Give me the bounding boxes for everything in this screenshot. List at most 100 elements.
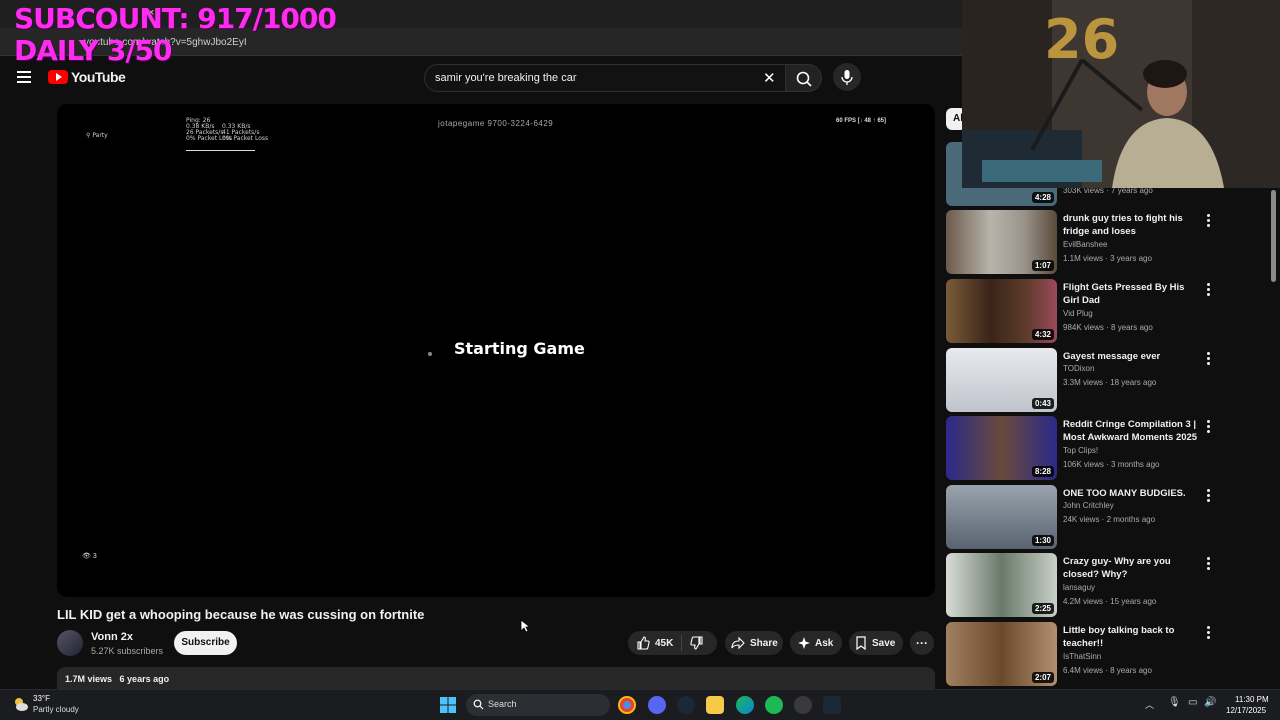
steam-icon[interactable] [677,696,695,714]
rec-channel[interactable]: Top Clips! [1063,446,1098,455]
video-thumbnail[interactable]: 0:43 [946,348,1057,412]
kebab-menu-icon[interactable] [1204,283,1212,297]
spotify-icon[interactable] [765,696,783,714]
weather-icon [15,698,28,711]
save-button[interactable]: Save [849,631,903,655]
search-input[interactable]: samir you're breaking the car ✕ [424,64,786,92]
rec-channel[interactable]: Vid Plug [1063,309,1093,318]
weather-temperature[interactable]: 33°F [33,694,50,703]
eye-icon: 👁 [82,553,91,560]
list-item[interactable]: 8:28 Reddit Cringe Compilation 3 | Most … [946,416,1266,480]
duration-badge: 0:43 [1031,398,1054,409]
chrome-icon[interactable] [618,696,636,714]
sidebar-scrollbar[interactable] [1270,188,1277,682]
video-thumbnail[interactable]: 1:30 [946,485,1057,549]
hud-divider [186,150,255,151]
display-tray-icon[interactable]: ▭ [1188,697,1197,708]
rec-title[interactable]: Little boy talking back to teacher!! [1063,624,1203,650]
video-player[interactable]: ⚲ Party Ping: 26 0.38 KB/s 26 Packets/s … [57,104,935,597]
rec-channel[interactable]: John Critchley [1063,501,1114,510]
youtube-header: YouTube samir you're breaking the car ✕ [0,58,962,98]
kebab-menu-icon[interactable] [1204,214,1212,228]
duration-badge: 2:25 [1031,603,1054,614]
more-actions-button[interactable]: ··· [910,631,934,655]
windows-taskbar: 33°F Partly cloudy Search ︿ 🎙 ▭ 🔊 11:30 … [0,689,1280,720]
list-item[interactable]: 2:07 Little boy talking back to teacher!… [946,622,1266,686]
video-thumbnail[interactable]: 1:07 [946,210,1057,274]
dislike-button[interactable] [682,631,717,655]
search-icon [473,699,484,710]
video-thumbnail[interactable]: 2:25 [946,553,1057,617]
rec-channel[interactable]: IsThatSinn [1063,652,1101,661]
taskbar-search[interactable]: Search [466,694,610,716]
voice-search-button[interactable] [833,63,861,91]
save-label: Save [872,637,896,649]
share-label: Share [750,637,778,649]
hud-loss-b: 0% Packet Loss [222,135,269,142]
rec-channel[interactable]: EvilBanshee [1063,240,1107,249]
kebab-menu-icon[interactable] [1204,489,1212,503]
steam-app-icon[interactable] [823,696,841,714]
rec-meta: 1.1M views · 3 years ago [1063,254,1152,263]
search-button[interactable] [785,64,822,92]
rec-title[interactable]: ONE TOO MANY BUDGIES. [1063,487,1203,500]
video-thumbnail[interactable]: 4:32 [946,279,1057,343]
subscribe-button[interactable]: Subscribe [174,631,237,655]
kebab-menu-icon[interactable] [1204,352,1212,366]
kebab-menu-icon[interactable] [1204,626,1212,640]
description-box[interactable]: 1.7M views 6 years ago [57,667,935,689]
obs-icon[interactable] [794,696,812,714]
rec-channel[interactable]: lansaguy [1063,583,1095,592]
share-icon [731,636,745,650]
rec-meta: 106K views · 3 months ago [1063,460,1160,469]
list-item[interactable]: 4:32 Flight Gets Pressed By His Girl Dad… [946,279,1266,343]
rec-channel[interactable]: TODixon [1063,364,1094,373]
rec-title[interactable]: Gayest message ever [1063,350,1203,363]
subcount-overlay: SUBCOUNT: 917/1000 [14,2,337,35]
like-button[interactable]: 45K [628,631,681,655]
creator-code: jotapegame 9700-3224-6429 [438,119,554,128]
list-item[interactable]: 1:30 ONE TOO MANY BUDGIES. John Critchle… [946,485,1266,549]
volume-icon[interactable]: 🔊 [1204,697,1216,708]
clock-date[interactable]: 12/17/2025 [1226,706,1266,715]
windows-start-icon[interactable] [440,697,456,713]
share-button[interactable]: Share [725,631,783,655]
rec-title[interactable]: drunk guy tries to fight his fridge and … [1063,212,1203,238]
youtube-logo[interactable]: YouTube [48,69,126,85]
rec-meta: 6.4M views · 8 years ago [1063,666,1152,675]
rec-title[interactable]: Crazy guy- Why are you closed? Why? [1063,555,1203,581]
scrollbar-thumb[interactable] [1271,190,1276,282]
ask-button[interactable]: Ask [790,631,842,655]
file-explorer-icon[interactable] [706,696,724,714]
kebab-menu-icon[interactable] [1204,557,1212,571]
subscriber-count: 5.27K subscribers [91,646,164,656]
edge-icon[interactable] [736,696,754,714]
video-thumbnail[interactable]: 2:07 [946,622,1057,686]
taskbar-search-label: Search [488,699,517,709]
ask-label: Ask [815,637,834,649]
kebab-menu-icon[interactable] [1204,420,1212,434]
chevron-up-icon[interactable]: ︿ [1145,698,1154,711]
rec-title[interactable]: Flight Gets Pressed By His Girl Dad [1063,281,1203,307]
like-dislike-group: 45K [628,631,717,655]
rec-title[interactable]: Reddit Cringe Compilation 3 | Most Awkwa… [1063,418,1203,444]
search-query[interactable]: samir you're breaking the car [435,72,577,84]
list-item[interactable]: 1:07 drunk guy tries to fight his fridge… [946,210,1266,274]
channel-name[interactable]: Vonn 2x [91,631,133,643]
clear-search-icon[interactable]: ✕ [763,69,776,87]
video-thumbnail[interactable]: 8:28 [946,416,1057,480]
video-title: LIL KID get a whooping because he was cu… [57,607,425,622]
weather-description[interactable]: Partly cloudy [33,705,79,714]
duration-badge: 1:07 [1031,260,1054,271]
hamburger-menu-icon[interactable] [17,71,31,83]
sparkle-icon [798,637,810,649]
list-item[interactable]: 0:43 Gayest message ever TODixon 3.3M vi… [946,348,1266,412]
clock-time[interactable]: 11:30 PM [1235,695,1269,704]
list-item[interactable]: 2:25 Crazy guy- Why are you closed? Why?… [946,553,1266,617]
microphone-tray-icon[interactable]: 🎙 [1168,697,1181,708]
webcam-scene: 26 [962,0,1280,188]
logo-text: YouTube [71,69,126,85]
channel-avatar[interactable] [57,630,83,656]
discord-icon[interactable] [648,696,666,714]
thumbs-down-icon [690,636,703,650]
